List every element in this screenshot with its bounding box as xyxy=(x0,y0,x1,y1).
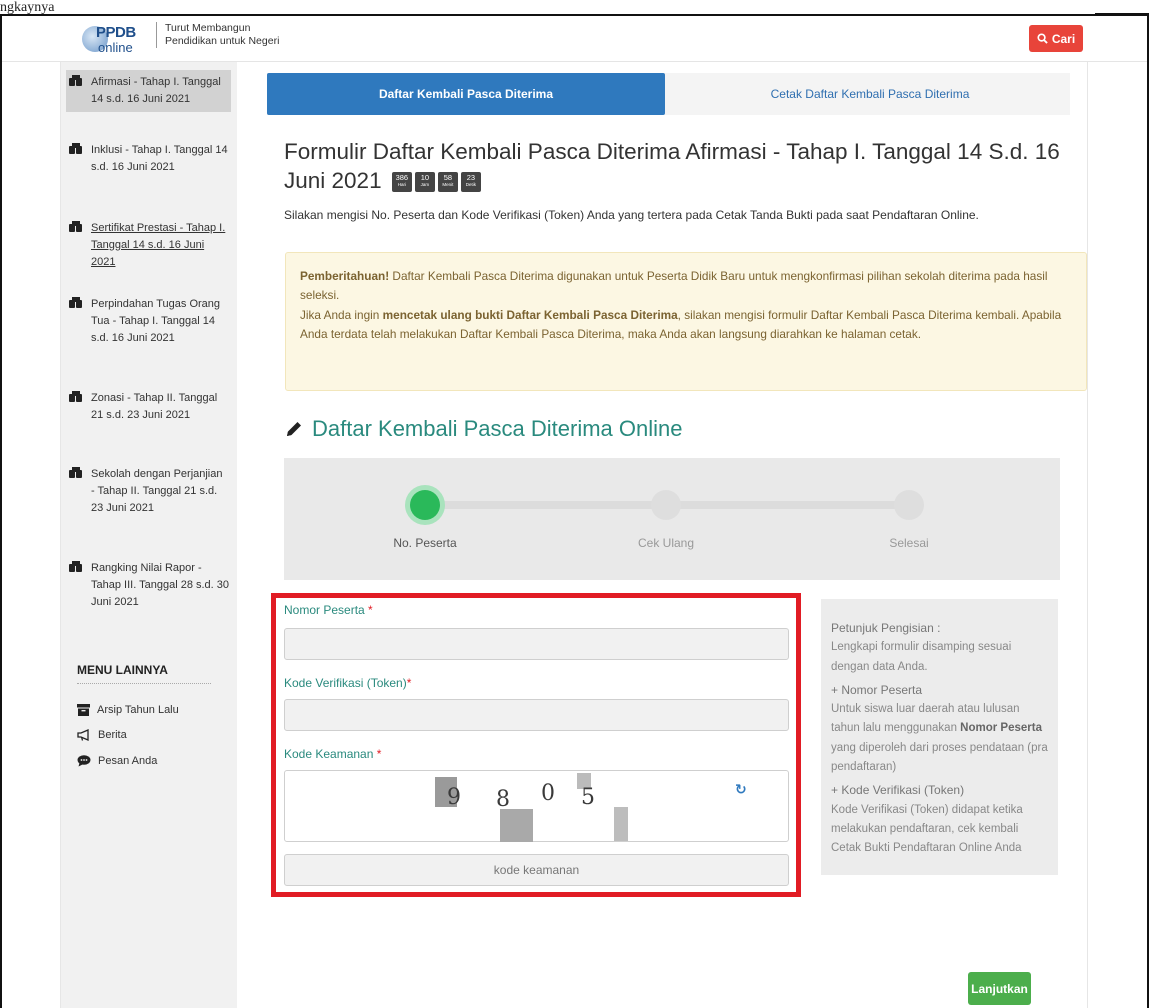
help-subheading-nomor: + Nomor Peserta xyxy=(831,682,923,697)
tagline-line-2: Pendidikan untuk Negeri xyxy=(165,35,280,47)
alert-strong: Pemberitahuan! xyxy=(300,269,390,283)
captcha-noise xyxy=(614,807,628,841)
form-tabs: Daftar Kembali Pasca Diterima Cetak Daft… xyxy=(267,73,1070,115)
sidebar-item-label: Sertifikat Prestasi - Tahap I. Tanggal 1… xyxy=(91,222,226,268)
page-title: Formulir Daftar Kembali Pasca Diterima A… xyxy=(284,137,1074,195)
search-icon xyxy=(1037,33,1048,44)
captcha-label: Kode Keamanan * xyxy=(284,747,382,761)
pencil-icon xyxy=(287,422,301,436)
timer-days: 386 Hari xyxy=(391,172,412,193)
logo-ppdb-text: PPDB xyxy=(96,24,136,41)
menu-separator xyxy=(77,683,211,684)
step-2-label: Cek Ulang xyxy=(637,536,695,550)
timer-hours: 10 Jam xyxy=(414,172,435,193)
menu-item-berita[interactable]: Berita xyxy=(77,729,127,741)
search-button-label: Cari xyxy=(1051,31,1076,46)
tagline: Turut Membangun Pendidikan untuk Negeri xyxy=(156,22,279,48)
gutter-right xyxy=(1087,62,1088,1008)
tagline-line-1: Turut Membangun xyxy=(165,22,251,34)
sidebar-item-label: Zonasi - Tahap II. Tanggal 21 s.d. 23 Ju… xyxy=(91,392,218,421)
logo-online-text: online xyxy=(98,40,133,55)
ppdb-logo[interactable]: PPDB online xyxy=(82,22,152,56)
tab-daftar-kembali[interactable]: Daftar Kembali Pasca Diterima xyxy=(267,73,665,115)
captcha-image: 9 8 0 5 ↻ xyxy=(284,770,789,842)
sidebar-item-sertifikat-prestasi[interactable]: Sertifikat Prestasi - Tahap I. Tanggal 1… xyxy=(69,220,229,271)
section-title-text: Daftar Kembali Pasca Diterima Online xyxy=(312,416,683,441)
progress-steps: No. Peserta Cek Ulang Selesai xyxy=(284,458,1060,580)
help-subheading-token: + Kode Verifikasi (Token) xyxy=(831,783,965,798)
step-3-dot xyxy=(894,490,924,520)
token-label: Kode Verifikasi (Token)* xyxy=(284,676,412,690)
binoculars-icon xyxy=(69,466,91,517)
menu-item-label: Arsip Tahun Lalu xyxy=(97,704,179,716)
megaphone-icon xyxy=(77,729,89,741)
captcha-char: 9 xyxy=(447,785,461,810)
countdown-timer: 386 Hari 10 Jam 58 Menit 23 Detik xyxy=(391,172,481,193)
help-text-1: Lengkapi formulir disamping sesuai denga… xyxy=(831,641,1012,673)
step-3-label: Selesai xyxy=(889,536,929,550)
next-button[interactable]: Lanjutkan xyxy=(968,972,1031,1005)
archive-icon xyxy=(77,704,90,716)
menu-lainnya-heading: MENU LAINNYA xyxy=(77,663,168,677)
binoculars-icon xyxy=(69,220,91,271)
timer-minutes: 58 Menit xyxy=(437,172,458,193)
intro-text: Silakan mengisi No. Peserta dan Kode Ver… xyxy=(284,208,979,222)
binoculars-icon xyxy=(69,390,91,424)
sidebar-item-label: Sekolah dengan Perjanjian - Tahap II. Ta… xyxy=(91,468,223,514)
nomor-peserta-input[interactable] xyxy=(284,628,789,660)
binoculars-icon xyxy=(69,74,91,108)
binoculars-icon xyxy=(69,142,91,176)
captcha-noise xyxy=(500,809,533,842)
menu-item-arsip[interactable]: Arsip Tahun Lalu xyxy=(77,704,179,716)
menu-item-pesan[interactable]: Pesan Anda xyxy=(77,755,157,767)
sidebar-item-zonasi[interactable]: Zonasi - Tahap II. Tanggal 21 s.d. 23 Ju… xyxy=(69,390,229,424)
binoculars-icon xyxy=(69,296,91,347)
help-text-2: Untuk siswa luar daerah atau lulusan tah… xyxy=(831,703,1048,774)
step-2-dot xyxy=(651,490,681,520)
step-1-dot xyxy=(410,490,440,520)
sidebar-item-label: Afirmasi - Tahap I. Tanggal 14 s.d. 16 J… xyxy=(91,76,221,105)
help-panel: Petunjuk Pengisian : Lengkapi formulir d… xyxy=(821,599,1058,875)
captcha-char: 5 xyxy=(581,785,595,810)
notice-alert: Pemberitahuan! Daftar Kembali Pasca Dite… xyxy=(285,252,1087,391)
sidebar: Afirmasi - Tahap I. Tanggal 14 s.d. 16 J… xyxy=(61,62,237,1008)
sidebar-item-afirmasi[interactable]: Afirmasi - Tahap I. Tanggal 14 s.d. 16 J… xyxy=(66,70,231,112)
step-1-label: No. Peserta xyxy=(393,536,457,550)
section-title: Daftar Kembali Pasca Diterima Online xyxy=(284,416,682,442)
sidebar-item-rangking-nilai[interactable]: Rangking Nilai Rapor - Tahap III. Tangga… xyxy=(69,560,229,611)
token-input[interactable] xyxy=(284,699,789,731)
sidebar-item-label: Perpindahan Tugas Orang Tua - Tahap I. T… xyxy=(91,298,221,344)
alert-text-1: Daftar Kembali Pasca Diterima digunakan … xyxy=(300,269,1048,303)
binoculars-icon xyxy=(69,560,91,611)
timer-seconds: 23 Detik xyxy=(460,172,481,193)
sidebar-item-sekolah-perjanjian[interactable]: Sekolah dengan Perjanjian - Tahap II. Ta… xyxy=(69,466,229,517)
help-heading: Petunjuk Pengisian : xyxy=(831,621,941,635)
frame-left-border xyxy=(0,14,2,1008)
sidebar-item-label: Rangking Nilai Rapor - Tahap III. Tangga… xyxy=(91,562,230,608)
search-button[interactable]: Cari xyxy=(1029,25,1083,52)
site-header: PPDB online Turut Membangun Pendidikan u… xyxy=(2,16,1147,62)
sidebar-item-inklusi[interactable]: Inklusi - Tahap I. Tanggal 14 s.d. 16 Ju… xyxy=(69,142,229,176)
chat-bubble-icon xyxy=(77,755,91,767)
sidebar-item-perpindahan-tugas[interactable]: Perpindahan Tugas Orang Tua - Tahap I. T… xyxy=(69,296,229,347)
menu-item-label: Berita xyxy=(98,729,127,741)
captcha-char: 0 xyxy=(541,781,555,806)
tab-cetak-daftar-kembali[interactable]: Cetak Daftar Kembali Pasca Diterima xyxy=(670,73,1070,115)
alert-text-2a: Jika Anda ingin xyxy=(300,307,383,322)
nomor-peserta-label: Nomor Peserta * xyxy=(284,603,373,617)
captcha-char: 8 xyxy=(496,787,510,812)
help-text-3: Kode Verifikasi (Token) didapat ketika m… xyxy=(831,803,1023,855)
menu-item-label: Pesan Anda xyxy=(98,755,158,767)
refresh-icon[interactable]: ↻ xyxy=(735,781,747,798)
sidebar-item-label: Inklusi - Tahap I. Tanggal 14 s.d. 16 Ju… xyxy=(91,144,228,173)
alert-text-2b: mencetak ulang bukti Daftar Kembali Pasc… xyxy=(382,307,678,322)
captcha-input[interactable]: kode keamanan xyxy=(284,854,789,886)
